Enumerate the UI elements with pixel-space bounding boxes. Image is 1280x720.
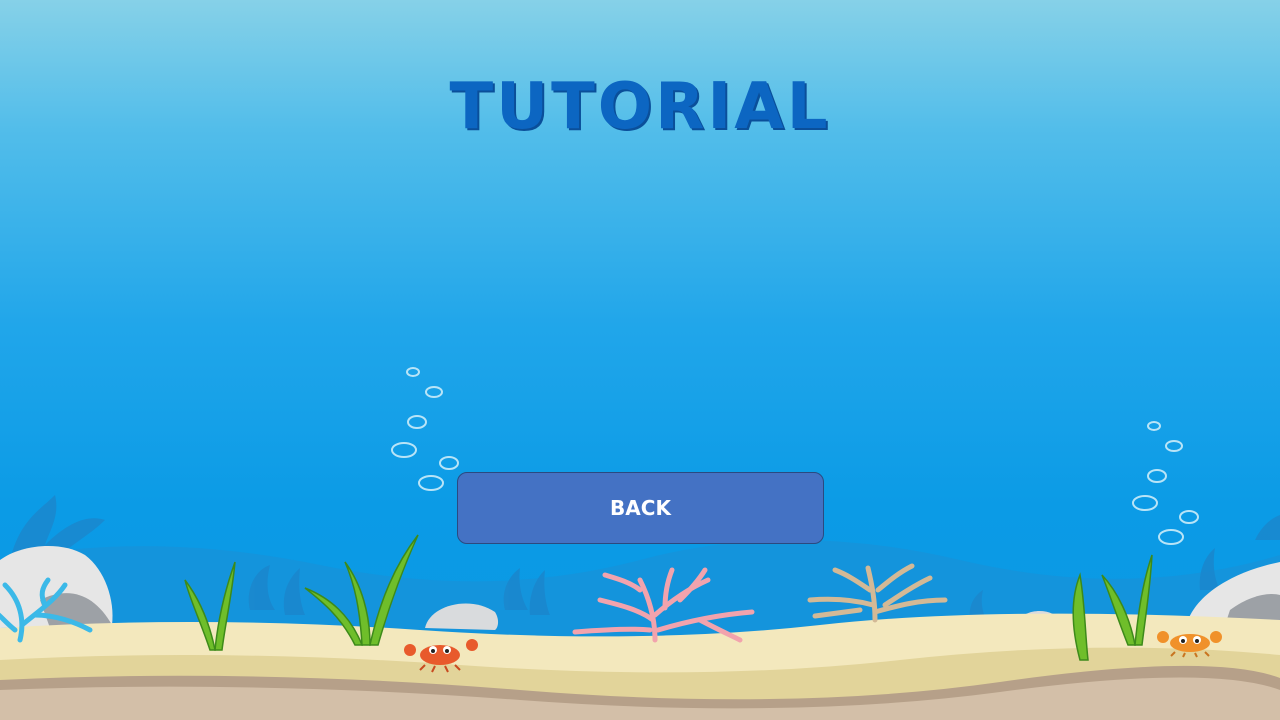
game-scene: TUTORIAL BACK	[0, 0, 1280, 720]
bubbles-left	[391, 367, 459, 491]
back-button-label: BACK	[610, 496, 671, 520]
back-button[interactable]: BACK	[457, 472, 824, 544]
bubbles-right	[1132, 421, 1199, 545]
screen-title: TUTORIAL	[449, 70, 831, 144]
